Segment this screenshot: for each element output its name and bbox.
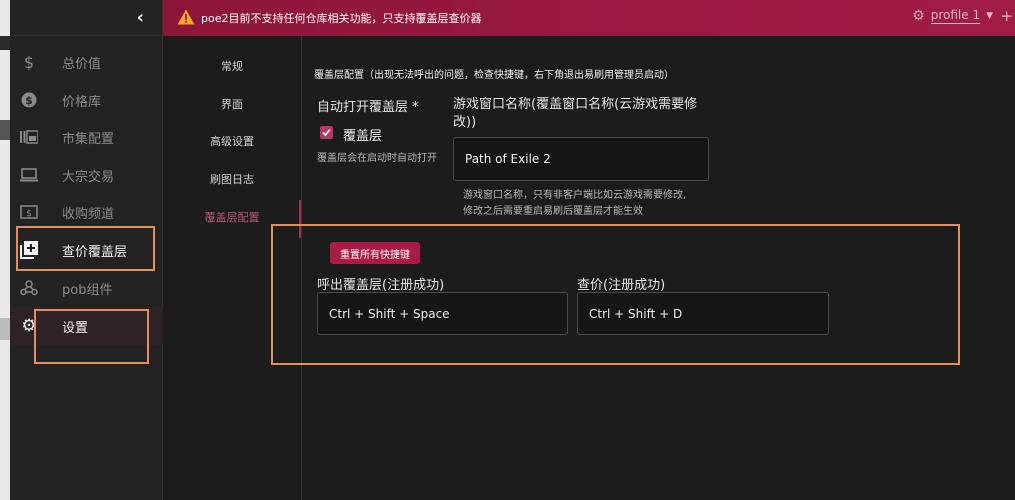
market-icon [20,128,38,146]
auto-open-hint: 覆盖层会在启动时自动打开 [317,153,437,164]
gear-icon: ⚙ [21,316,37,336]
tab-divider [301,36,302,500]
hotkey-open-value: Ctrl + Shift + Space [329,306,450,321]
background-window-edge [0,0,10,500]
tab-advanced[interactable]: 高级设置 [163,124,301,160]
profile-name: profile 1 [930,8,981,24]
sidebar-item-label: 价格库 [62,94,102,110]
check-icon [322,128,331,137]
tab-general[interactable]: 常规 [163,49,301,85]
hotkey-price-value: Ctrl + Shift + D [589,306,683,321]
active-tab-indicator [299,200,301,238]
overlay-checkbox[interactable] [320,126,333,139]
add-box-icon [20,241,38,259]
sidebar-item-price-library[interactable]: $ 价格库 [10,81,163,119]
sidebar-item-label: 大宗交易 [62,169,115,185]
gear-icon[interactable]: ⚙ [912,8,925,24]
tab-overlay-config[interactable]: 覆盖层配置 [163,200,301,236]
window-name-value: Path of Exile 2 [465,152,551,166]
webhook-icon [20,279,38,297]
window-name-label: 游戏窗口名称(覆盖窗口名称(云游戏需要修改)) [453,97,698,130]
sidebar-item-label: 收购频道 [62,206,115,222]
settings-tabs: 常规 界面 高级设置 刷图日志 覆盖层配置 [163,36,301,500]
warning-icon [177,9,195,25]
laptop-icon [20,166,38,184]
warning-message: poe2目前不支持任何仓库相关功能，只支持覆盖层查价器 [201,12,482,25]
tab-map-log[interactable]: 刷图日志 [163,162,301,198]
sidebar-item-settings[interactable]: ⚙ 设置 [10,307,163,345]
reset-hotkeys-button[interactable]: 重置所有快捷键 [330,242,420,264]
sidebar-item-price-overlay[interactable]: 查价覆盖层 [10,231,163,269]
profile-selector[interactable]: ⚙ profile 1 ▼ [912,8,993,24]
top-bar: poe2目前不支持任何仓库相关功能，只支持覆盖层查价器 ⚙ profile 1 … [163,0,1015,36]
sidebar-header: ‹ [10,0,162,36]
add-profile-icon[interactable]: + [1000,7,1013,25]
hotkey-price-label: 查价(注册成功) [577,278,666,293]
window-name-hint-line2: 修改之后需要重启易刷后覆盖层才能生效 [463,206,643,217]
tab-interface[interactable]: 界面 [163,87,301,123]
dollar-icon: $ [23,52,35,72]
sidebar-item-total-value[interactable]: $ 总价值 [10,43,163,81]
hotkey-open-input[interactable]: Ctrl + Shift + Space [317,292,568,335]
auto-open-label: 自动打开覆盖层 * [317,100,419,115]
money-icon: $ [20,203,38,221]
sidebar-item-label: 总价值 [62,56,102,72]
overlay-checkbox-label: 覆盖层 [343,129,383,144]
dollar-circle-icon: $ [20,91,38,109]
sidebar: ‹ $ 总价值 $ 价格库 市集配置 大宗交易 $ 收购频道 查价覆盖层 pob… [10,0,163,500]
sidebar-item-label: 查价覆盖层 [62,244,128,260]
svg-text:$: $ [25,94,33,107]
hotkey-open-label: 呼出覆盖层(注册成功) [317,278,445,293]
chevron-down-icon: ▼ [986,11,993,21]
collapse-chevron-icon[interactable]: ‹ [137,8,144,27]
sidebar-item-label: pob组件 [62,282,113,298]
window-name-hint-line1: 游戏窗口名称，只有非客户端比如云游戏需要修改, [463,190,687,201]
sidebar-item-label: 设置 [62,320,89,336]
svg-text:$: $ [26,209,32,219]
sidebar-item-pob[interactable]: pob组件 [10,269,163,307]
section-title: 覆盖层配置（出现无法呼出的问题，检查快捷键，右下角退出易刷用管理员启动） [314,70,674,81]
window-name-input[interactable]: Path of Exile 2 [453,137,709,181]
sidebar-item-purchase-channel[interactable]: $ 收购频道 [10,193,163,231]
sidebar-item-market-config[interactable]: 市集配置 [10,118,163,156]
sidebar-item-bulk-trade[interactable]: 大宗交易 [10,156,163,194]
sidebar-item-label: 市集配置 [62,131,115,147]
hotkey-price-input[interactable]: Ctrl + Shift + D [577,292,829,335]
